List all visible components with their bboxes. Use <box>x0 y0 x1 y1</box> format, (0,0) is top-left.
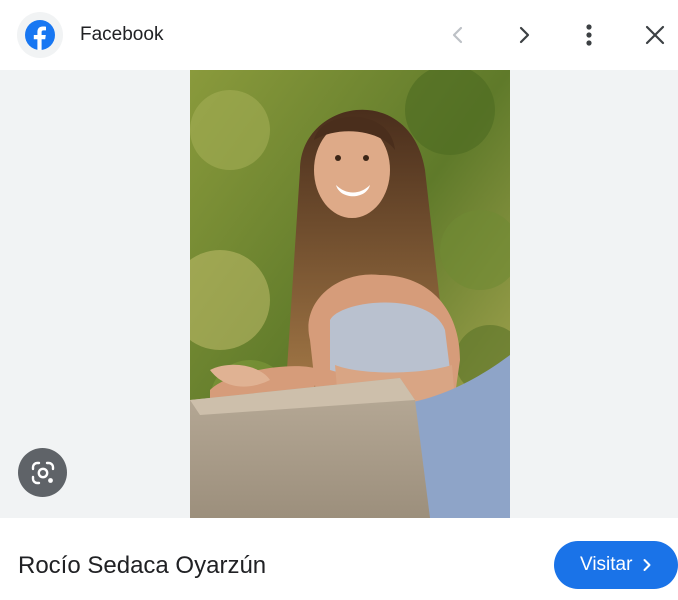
more-vert-icon <box>586 24 592 46</box>
facebook-logo-icon[interactable] <box>17 12 63 58</box>
chevron-right-icon <box>519 26 530 44</box>
viewer-header: Facebook <box>0 0 678 70</box>
preview-image[interactable] <box>190 70 510 518</box>
next-button[interactable] <box>506 17 542 53</box>
google-lens-button[interactable] <box>18 448 67 497</box>
chevron-left-icon <box>452 26 463 44</box>
close-icon <box>645 25 665 45</box>
image-preview-area <box>0 70 678 518</box>
close-button[interactable] <box>637 17 673 53</box>
previous-button[interactable] <box>440 17 476 53</box>
visit-button[interactable]: Visitar <box>554 541 678 589</box>
google-lens-icon <box>31 461 54 484</box>
visit-button-label: Visitar <box>580 554 633 575</box>
image-title[interactable]: Rocío Sedaca Oyarzún <box>18 552 266 580</box>
viewer-footer: Rocío Sedaca Oyarzún Visitar <box>0 518 678 600</box>
source-name[interactable]: Facebook <box>80 23 163 47</box>
more-options-button[interactable] <box>571 17 607 53</box>
chevron-right-icon <box>642 558 652 572</box>
